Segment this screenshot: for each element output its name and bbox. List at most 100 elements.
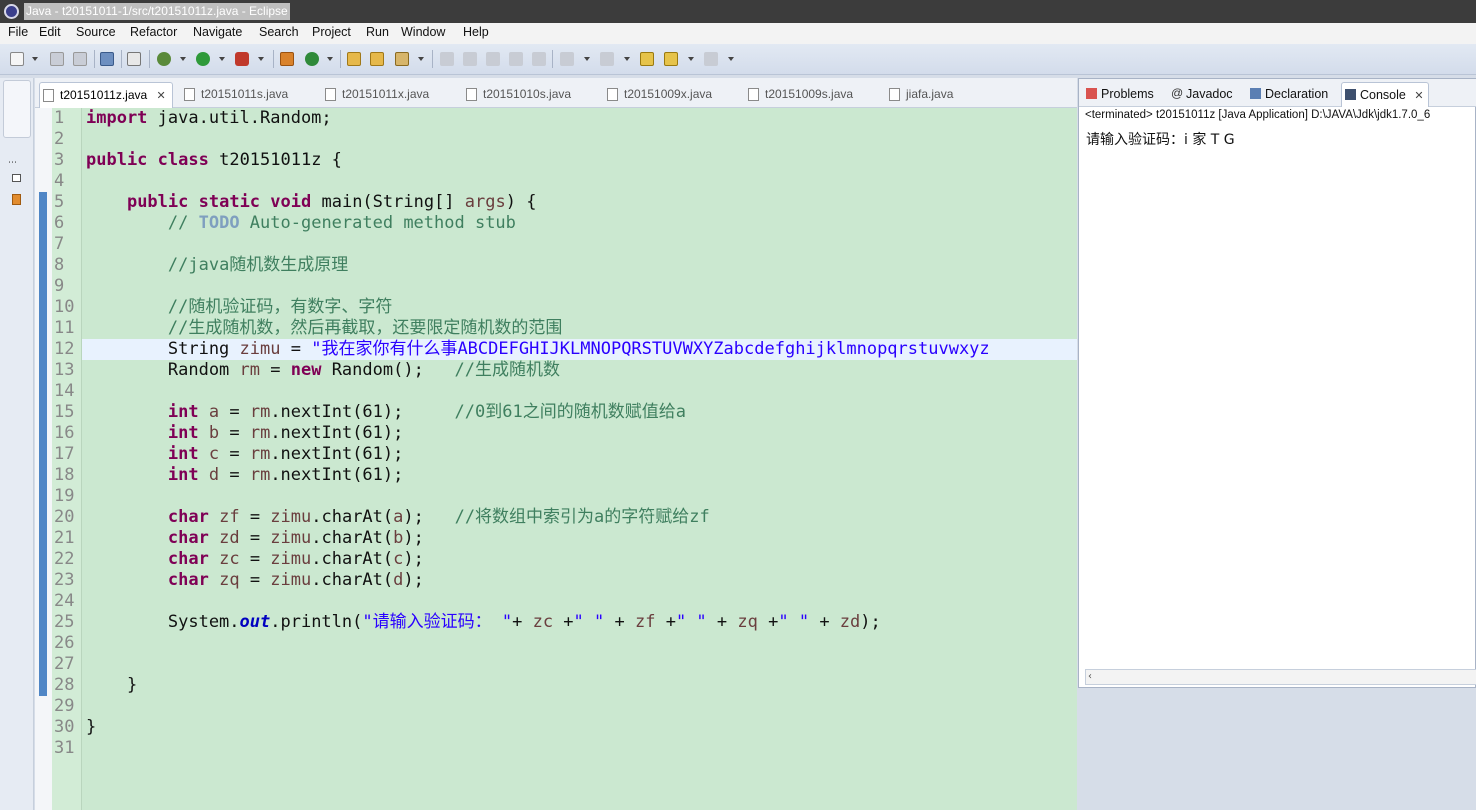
line-number: 23 [54,570,75,590]
tab-label: Console [1360,88,1406,102]
console-icon [1345,89,1356,100]
back-dropdown-icon[interactable] [688,57,694,61]
pilcrow-icon[interactable] [532,52,546,66]
print-icon[interactable] [100,52,114,66]
tab-problems[interactable]: Problems [1083,82,1154,107]
code-line[interactable]: Random rm = new Random(); //生成随机数 [86,360,560,381]
code-line[interactable]: int d = rm.nextInt(61); [86,465,403,486]
tab-t20151011z[interactable]: t20151011z.java ✕ [39,82,173,108]
code-line[interactable]: String zimu = "我在家你有什么事ABCDEFGHIJKLMNOPQ… [86,339,990,360]
scroll-left-icon[interactable]: ‹ [1088,671,1092,682]
code-line[interactable]: public class t20151011z { [86,150,342,171]
title-bar: Java - t20151011-1/src/t20151011z.java -… [0,0,1476,23]
next-annotation-icon[interactable] [560,52,574,66]
save-icon[interactable] [50,52,64,66]
prev-annotation-icon[interactable] [600,52,614,66]
tab-t20151009x[interactable]: t20151009x.java [604,82,712,108]
new-icon[interactable] [10,52,24,66]
new-class-dropdown-icon[interactable] [327,57,333,61]
menu-project[interactable]: Project [312,25,351,39]
run-icon[interactable] [196,52,210,66]
view-menu-icon[interactable]: ⋯ [8,158,17,168]
menu-edit[interactable]: Edit [39,25,61,39]
code-line[interactable]: public static void main(String[] args) { [86,192,537,213]
code-line[interactable]: System.out.println("请输入验证码： "+ zc +" " +… [86,612,881,633]
new-dropdown-icon[interactable] [32,57,38,61]
code-line[interactable]: //随机验证码，有数字、字符 [86,297,392,318]
tab-declaration[interactable]: Declaration [1247,82,1328,107]
code-line[interactable]: import java.util.Random; [86,108,332,129]
debug-icon[interactable] [157,52,171,66]
code-line[interactable]: } [86,717,96,738]
forward-icon[interactable] [704,52,718,66]
close-icon[interactable]: ✕ [157,90,166,102]
menu-refactor[interactable]: Refactor [130,25,177,39]
tab-t20151011x[interactable]: t20151011x.java [322,82,429,108]
search-dropdown-icon[interactable] [418,57,424,61]
menu-file[interactable]: File [8,25,28,39]
menu-source[interactable]: Source [76,25,116,39]
debug-dropdown-icon[interactable] [180,57,186,61]
menu-help[interactable]: Help [463,25,489,39]
new-java-project-icon[interactable] [280,52,294,66]
restore-icon[interactable] [12,174,21,182]
code-line[interactable]: int a = rm.nextInt(61); //0到61之间的随机数赋值给a [86,402,686,423]
last-edit-icon[interactable] [640,52,654,66]
search-icon[interactable] [395,52,409,66]
line-number: 19 [54,486,75,506]
external-tools-icon[interactable] [235,52,249,66]
close-icon[interactable]: ✕ [1414,90,1423,102]
open-task-icon[interactable] [370,52,384,66]
tab-t20151010s[interactable]: t20151010s.java [463,82,571,108]
code-line[interactable]: //java随机数生成原理 [86,255,348,276]
code-line[interactable]: int c = rm.nextInt(61); [86,444,403,465]
code-line[interactable]: //生成随机数，然后再截取，还要限定随机数的范围 [86,318,562,339]
show-source-icon[interactable] [509,52,523,66]
open-type-icon[interactable] [347,52,361,66]
line-number: 27 [54,654,75,674]
console-output[interactable]: 请输入验证码：i 家 T G [1086,129,1235,149]
menu-run[interactable]: Run [366,25,389,39]
external-tools-dropdown-icon[interactable] [258,57,264,61]
tab-javadoc[interactable]: @ Javadoc [1168,82,1233,107]
save-all-icon[interactable] [73,52,87,66]
menu-navigate[interactable]: Navigate [193,25,242,39]
menu-window[interactable]: Window [401,25,445,39]
tab-t20151009s[interactable]: t20151009s.java [745,82,853,108]
code-line[interactable]: } [86,675,137,696]
toggle-mark-icon[interactable] [440,52,454,66]
package-explorer-icon[interactable] [12,194,21,205]
menu-search[interactable]: Search [259,25,299,39]
tab-label: t20151010s.java [483,87,572,101]
prev-annotation-dropdown-icon[interactable] [624,57,630,61]
code-line[interactable]: char zd = zimu.charAt(b); [86,528,424,549]
next-annotation-dropdown-icon[interactable] [584,57,590,61]
horizontal-scrollbar[interactable]: ‹ [1085,669,1476,685]
left-trim-stack: ⋯ [0,78,34,810]
toggle-block-icon[interactable] [463,52,477,66]
tab-label: Javadoc [1186,87,1233,101]
new-class-icon[interactable] [305,52,319,66]
tab-console[interactable]: Console ✕ [1341,82,1429,107]
editor-tab-bar: t20151011z.java ✕ t20151011s.java t20151… [35,78,1077,108]
tab-jiafa[interactable]: jiafa.java [886,82,953,108]
code-text-area[interactable]: import java.util.Random; public class t20… [82,108,1077,810]
skip-breakpoints-icon[interactable] [127,52,141,66]
tab-t20151011s[interactable]: t20151011s.java [181,82,288,108]
line-number: 31 [54,738,75,758]
back-icon[interactable] [664,52,678,66]
run-dropdown-icon[interactable] [219,57,225,61]
show-whitespace-icon[interactable] [486,52,500,66]
code-line[interactable]: char zq = zimu.charAt(d); [86,570,424,591]
code-line[interactable]: char zf = zimu.charAt(a); //将数组中索引为a的字符赋… [86,507,710,528]
code-line[interactable]: int b = rm.nextInt(61); [86,423,403,444]
toolbar-separator [552,50,553,68]
java-file-icon [466,88,477,101]
tab-label: t20151011z.java [60,88,148,102]
annotation-ruler[interactable] [35,108,52,810]
code-line[interactable]: char zc = zimu.charAt(c); [86,549,424,570]
code-line[interactable]: // TODO Auto-generated method stub [86,213,516,234]
forward-dropdown-icon[interactable] [728,57,734,61]
toolbar-separator [94,50,95,68]
problems-icon [1086,88,1097,99]
